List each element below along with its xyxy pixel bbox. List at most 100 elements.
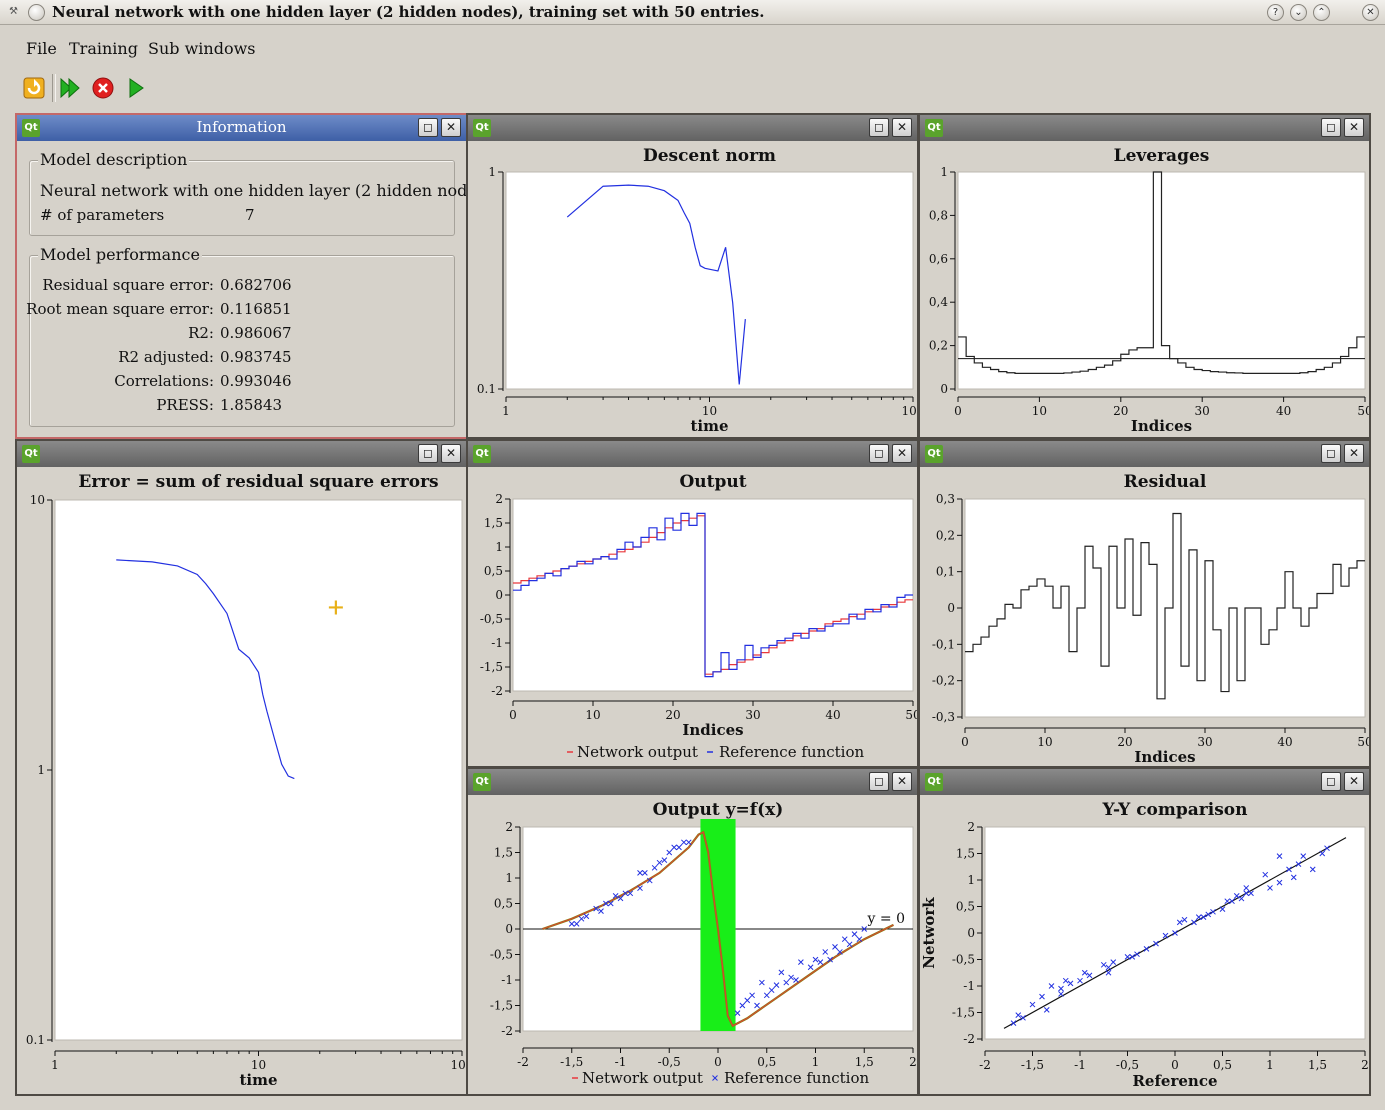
float-window-button[interactable]: ◻ [1321,772,1341,791]
window-close-icon[interactable]: ✕ [1362,4,1379,21]
close-icon: ✕ [896,446,908,460]
close-icon: ✕ [1348,446,1360,460]
menu-training[interactable]: Training [69,39,138,58]
y-tick-label: 0 [495,588,503,602]
y-tick-label: -2 [963,1032,975,1046]
plot-leverages: Leverages00,20,40,60,8101020304050Indice… [929,146,1369,435]
close-subwindow-button[interactable]: ✕ [441,118,461,137]
close-subwindow-button[interactable]: ✕ [892,118,912,137]
close-subwindow-button[interactable]: ✕ [1344,772,1364,791]
y-tick-label: 0 [947,601,955,615]
residual-subwindow: Qt ◻ ✕ Residual 0,3 0,2 0,1 0 -0,1 -0,2 -0,3 0 10 20 3… [918,439,1371,768]
y-tick-label: -0,3 [932,710,955,724]
output-subwindow: Qt ◻ ✕ Output 2 1,5 1 0,5 0 -0,5 -1 -1,5 -2 0 10 20 30 40… [466,439,919,768]
train-step-button[interactable] [122,74,150,102]
x-tick-label: 1,5 [855,1055,874,1069]
float-window-button[interactable]: ◻ [1321,118,1341,137]
x-tick-label: 2 [1361,1058,1369,1072]
performance-value: 0.993046 [220,372,292,390]
help-icon[interactable]: ? [1267,4,1284,21]
subwindow-header: Qt ◻ ✕ [17,441,466,467]
plot-output: Output 2 1,5 1 0,5 0 -0,5 -1 -1,5 -2 0 10 20 30 40 50 In… [480,472,917,761]
subwindow-header: Qt Information ◻ ✕ [17,115,466,141]
float-window-button[interactable]: ◻ [418,118,438,137]
x-tick-label: 10 [585,708,600,722]
zero-line-label: y = 0 [867,911,905,927]
y-tick-label: 0,3 [936,492,955,506]
toolbar [14,70,514,106]
float-window-button[interactable]: ◻ [1321,444,1341,463]
qt-icon: Qt [925,119,943,137]
y-tick-label: -2 [491,684,503,698]
y-tick-label: 0,1 [936,565,955,579]
legend: Network output Reference function [572,1069,869,1087]
y-tick-label: 1,5 [484,516,503,530]
x-tick-label: 40 [825,708,840,722]
x-tick-label: 0,5 [1213,1058,1232,1072]
x-axis-label: Indices [1131,417,1192,435]
y-tick-label: -0,5 [490,948,513,962]
x-tick-label: 2 [909,1055,917,1069]
float-window-button[interactable]: ◻ [869,444,889,463]
subwindow-header: Qt ◻ ✕ [920,769,1369,795]
subwindow-header: Qt ◻ ✕ [468,441,917,467]
x-axis-label: time [690,417,728,435]
y-tick-label: 1 [505,871,513,885]
x-tick-label: 0,5 [757,1055,776,1069]
plot-title: Descent norm [643,146,776,166]
float-window-button[interactable]: ◻ [869,118,889,137]
subwindow-header: Qt ◻ ✕ [468,769,917,795]
refresh-button[interactable] [20,74,48,102]
close-icon: ✕ [1348,774,1360,788]
train-fast-button[interactable] [56,74,84,102]
x-tick-label: 1 [51,1058,59,1072]
y-tick-label: 0 [505,922,513,936]
legend-label: Reference function [724,1069,869,1087]
x-axis-label: time [239,1071,277,1089]
model-description-text: Neural network with one hidden layer (2 … [40,181,468,200]
close-subwindow-button[interactable]: ✕ [892,772,912,791]
y-tick-label: 2 [505,820,513,834]
maximize-icon[interactable]: ⌃ [1313,4,1330,21]
y-tick-label: -1,5 [952,1006,975,1020]
y-tick-label: 0,4 [929,295,948,309]
y-tick-label: -0,5 [480,612,503,626]
params-label: # of parameters [40,206,165,224]
yy-comparison-subwindow: Qt ◻ ✕ Y-Y comparison 2 1,5 1 0,5 0 -0,5 -1 -1,5 -2-… [918,767,1371,1096]
x-tick-label: -0,5 [1116,1058,1139,1072]
subwindow-header: Qt ◻ ✕ [920,115,1369,141]
close-subwindow-button[interactable]: ✕ [1344,444,1364,463]
information-subwindow: Qt Information ◻ ✕ Model description Neu… [15,113,468,439]
minimize-icon[interactable]: ⌄ [1290,4,1307,21]
close-subwindow-button[interactable]: ✕ [892,444,912,463]
menu-file[interactable]: File [26,39,57,58]
x-tick-label: 20 [1113,404,1128,418]
float-window-icon: ◻ [874,120,884,134]
subwindow-title: Information [196,118,287,136]
y-tick-label: 0 [967,926,975,940]
app-menu-icon[interactable]: ⚒ [6,4,21,19]
window-pin-icon[interactable] [28,4,45,21]
window-title: Neural network with one hidden layer (2 … [52,3,765,21]
close-subwindow-button[interactable]: ✕ [1344,118,1364,137]
close-icon: ✕ [1348,120,1360,134]
menu-sub-windows[interactable]: Sub windows [148,39,256,58]
x-tick-label: 30 [745,708,760,722]
y-tick-label: 1 [37,763,45,777]
y-tick-label: 0.1 [26,1033,45,1047]
plot-residual: Residual 0,3 0,2 0,1 0 -0,1 -0,2 -0,3 0 10 20 30 40 5… [932,472,1369,766]
leverages-subwindow: Qt◻✕Leverages00,20,40,60,8101020304050In… [918,113,1371,439]
float-window-button[interactable]: ◻ [418,444,438,463]
float-window-button[interactable]: ◻ [869,772,889,791]
x-tick-label: -2 [979,1058,991,1072]
y-tick-label: 10 [30,493,45,507]
x-tick-label: 10 [1032,404,1047,418]
y-tick-label: 0.1 [477,382,496,396]
close-icon: ✕ [445,446,457,460]
x-axis-label: Reference [1132,1072,1217,1090]
x-tick-label: 50 [905,708,917,722]
x-tick-label: 0 [961,735,969,749]
stop-button[interactable] [89,74,117,102]
close-subwindow-button[interactable]: ✕ [441,444,461,463]
close-icon: ✕ [896,120,908,134]
